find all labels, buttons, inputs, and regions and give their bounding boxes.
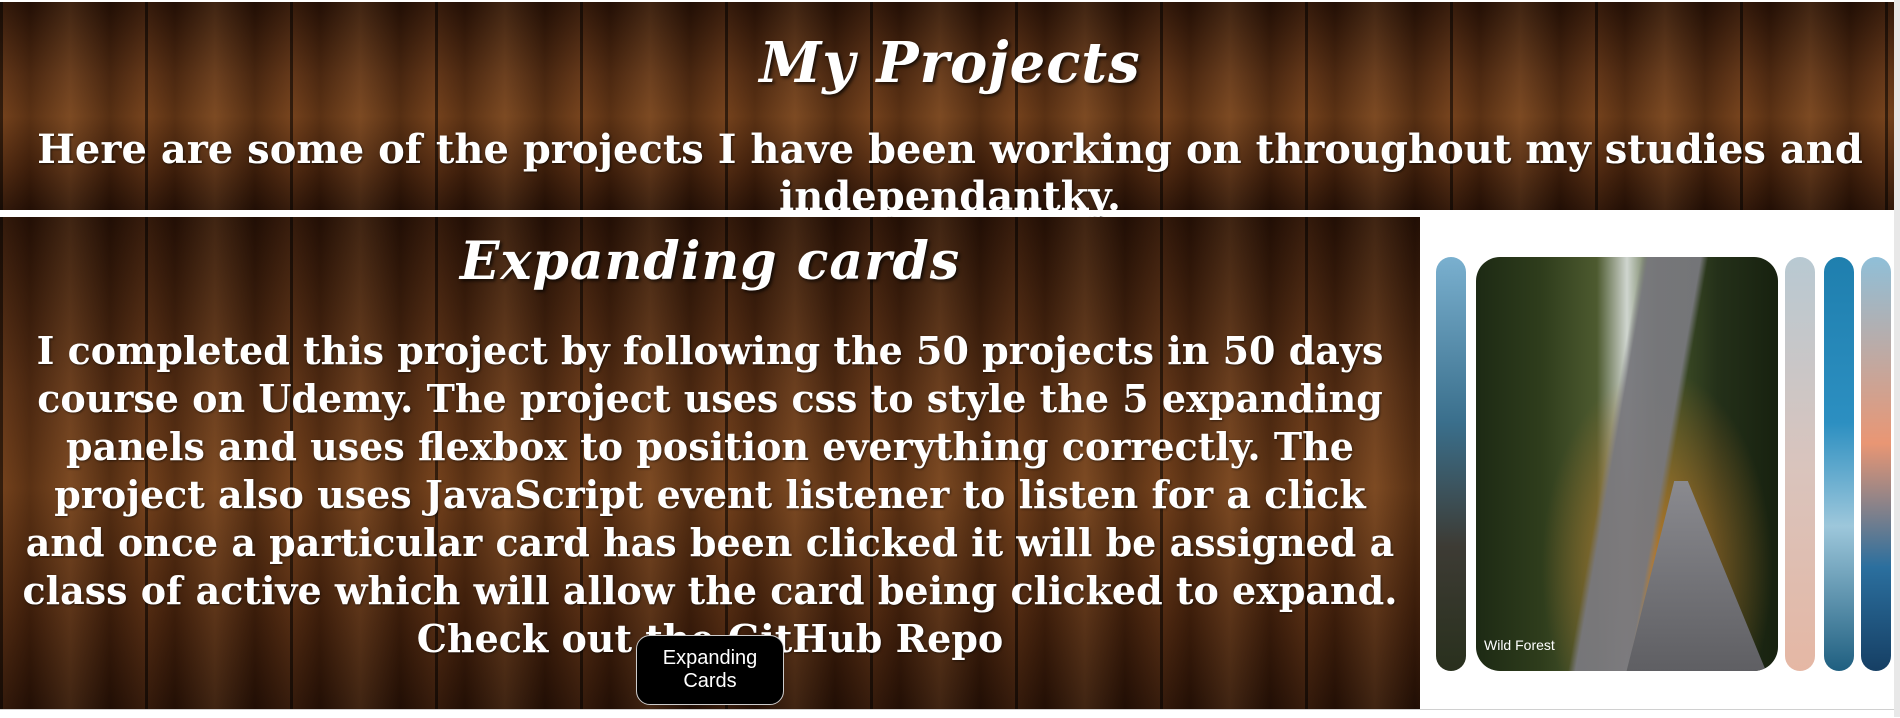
page-header: My Projects Here are some of the project…: [0, 2, 1900, 220]
panel-label: Wild Forest: [1484, 637, 1555, 653]
project-title: Expanding cards: [459, 231, 961, 292]
expanding-cards-button[interactable]: Expanding Cards: [636, 635, 784, 705]
forest-path-image: [1626, 481, 1766, 671]
project-description: I completed this project by following th…: [22, 328, 1398, 661]
section-divider: [0, 210, 1900, 216]
preview-panel-4[interactable]: [1824, 257, 1854, 671]
preview-panel-5[interactable]: [1861, 257, 1891, 671]
project-card-expanding-cards: Expanding cards I completed this project…: [0, 217, 1420, 709]
preview-panel-1[interactable]: [1436, 257, 1466, 671]
page-title: My Projects: [759, 30, 1141, 96]
project-preview: Wild Forest: [1420, 217, 1900, 709]
page-scrollbar[interactable]: [1894, 0, 1900, 717]
preview-panel-3[interactable]: [1785, 257, 1815, 671]
preview-panel-active[interactable]: Wild Forest: [1476, 257, 1778, 671]
page-subtitle: Here are some of the projects I have bee…: [37, 126, 1863, 220]
